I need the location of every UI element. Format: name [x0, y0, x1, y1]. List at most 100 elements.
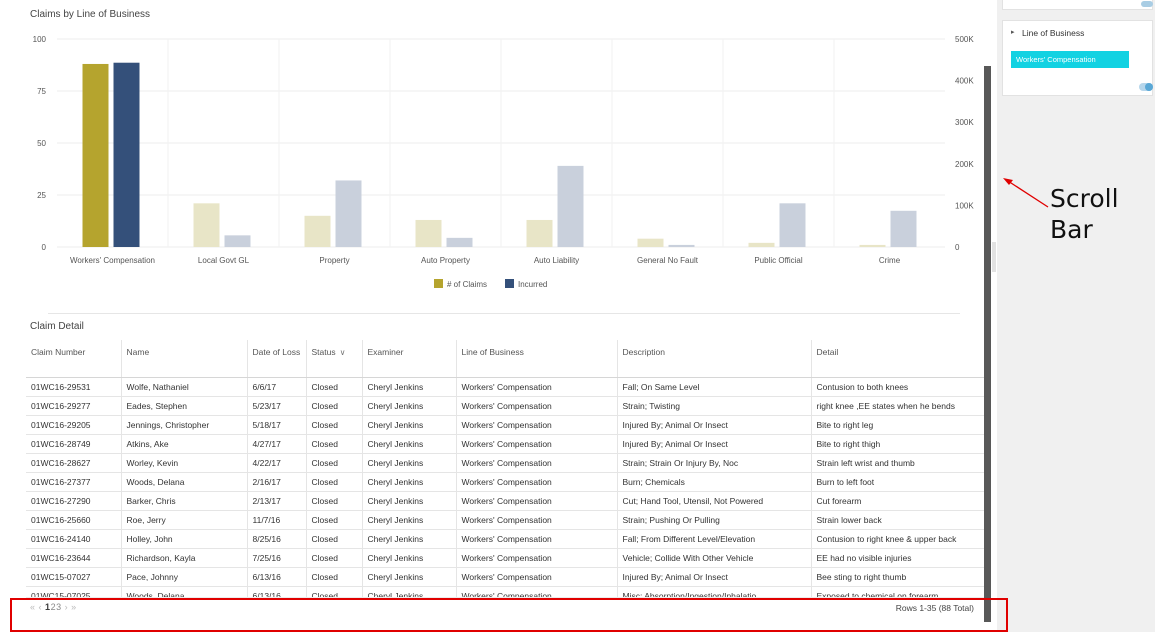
table-cell: Misc; Absorption/Ingestion/Inhalatio — [617, 586, 812, 597]
x-tick-label: Local Govt GL — [198, 256, 250, 265]
chart-title: Claims by Line of Business — [30, 9, 151, 20]
table-cell: 01WC16-29531 — [26, 377, 122, 397]
table-cell: Woods, Delana — [121, 586, 248, 597]
table-cell: Cheryl Jenkins — [362, 415, 457, 435]
table-cell: 01WC16-23644 — [26, 548, 122, 568]
table-row[interactable]: 01WC16-29205 Jennings, Christopher 5/18/17… — [26, 415, 986, 435]
table-cell: Workers' Compensation — [456, 377, 618, 397]
table-cell: 7/25/16 — [247, 548, 307, 568]
column-header[interactable]: Date of Loss — [247, 340, 307, 378]
table-cell: Workers' Compensation — [456, 491, 618, 511]
table-cell: Cheryl Jenkins — [362, 510, 457, 530]
table-cell: 4/22/17 — [247, 453, 307, 473]
table-cell: Workers' Compensation — [456, 396, 618, 416]
toggle-switch-top[interactable] — [1141, 1, 1153, 7]
table-cell: Closed — [306, 586, 363, 597]
table-body: 01WC16-29531 Wolfe, Nathaniel 6/6/17 Closed… — [26, 377, 986, 597]
column-header[interactable]: Line of Business — [456, 340, 618, 378]
column-header[interactable]: Detail — [811, 340, 986, 378]
claim-detail-table-container[interactable]: Claim Number Name Date of Loss Status ∨ Exami… — [26, 340, 986, 597]
table-row[interactable]: 01WC16-25660 Roe, Jerry 11/7/16 Closed Chery… — [26, 510, 986, 530]
table-cell: Cheryl Jenkins — [362, 548, 457, 568]
claim-detail-table: Claim Number Name Date of Loss Status ∨ Exami… — [26, 340, 986, 597]
table-cell: 8/25/16 — [247, 529, 307, 549]
bar-claims — [859, 244, 886, 247]
table-cell: Woods, Delana — [121, 472, 248, 492]
x-tick-label: Workers' Compensation — [70, 256, 155, 265]
annotation-line-1: Scroll — [1050, 184, 1119, 213]
table-cell: Bee sting to right thumb — [811, 567, 986, 587]
vertical-scrollbar-thumb[interactable] — [984, 66, 991, 622]
column-header[interactable]: Status ∨ — [306, 340, 363, 378]
table-cell: Strain lower back — [811, 510, 986, 530]
table-cell: Strain; Pushing Or Pulling — [617, 510, 812, 530]
table-cell: Cheryl Jenkins — [362, 586, 457, 597]
table-cell: Workers' Compensation — [456, 529, 618, 549]
column-header-label: Line of Business — [461, 347, 524, 357]
table-cell: Cut forearm — [811, 491, 986, 511]
caret-right-icon[interactable]: ▸ — [1011, 28, 1015, 36]
y-right-tick-label: 400K — [955, 77, 974, 86]
table-cell: Workers' Compensation — [456, 586, 618, 597]
table-cell: 01WC16-27377 — [26, 472, 122, 492]
table-cell: Workers' Compensation — [456, 548, 618, 568]
table-row[interactable]: 01WC16-28627 Worley, Kevin 4/22/17 Closed Ch… — [26, 453, 986, 473]
table-cell: Exposed to chemical on forearm — [811, 586, 986, 597]
table-cell: Bite to right thigh — [811, 434, 986, 454]
table-cell: Cheryl Jenkins — [362, 567, 457, 587]
legend-label-claims: # of Claims — [447, 280, 487, 289]
x-tick-label: Public Official — [754, 256, 803, 265]
filter-chip-workers-compensation[interactable]: Workers' Compensation — [1011, 51, 1129, 68]
table-cell: Workers' Compensation — [456, 415, 618, 435]
chevron-down-icon[interactable]: ∨ — [340, 348, 346, 357]
table-cell: Closed — [306, 434, 363, 454]
bar-incurred — [335, 180, 362, 247]
column-header-label: Description — [622, 347, 666, 357]
section-divider — [48, 313, 960, 314]
table-cell: Cheryl Jenkins — [362, 529, 457, 549]
bar-incurred — [113, 62, 140, 247]
table-cell: Workers' Compensation — [456, 453, 618, 473]
table-cell: Contusion to right knee & upper back — [811, 529, 986, 549]
filter-panel-previous — [1002, 0, 1153, 10]
column-header-label: Claim Number — [31, 347, 86, 357]
table-cell: Cut; Hand Tool, Utensil, Not Powered — [617, 491, 812, 511]
filter-toggle-switch[interactable] — [1139, 83, 1153, 91]
x-tick-label: Property — [319, 256, 349, 265]
table-row[interactable]: 01WC16-23644 Richardson, Kayla 7/25/16 Clos… — [26, 548, 986, 568]
table-cell: Workers' Compensation — [456, 434, 618, 454]
table-cell: Pace, Johnny — [121, 567, 248, 587]
table-row[interactable]: 01WC16-28749 Atkins, Ake 4/27/17 Closed Cher… — [26, 434, 986, 454]
column-header-label: Name — [126, 347, 150, 357]
column-header[interactable]: Name — [121, 340, 248, 378]
table-cell: Burn; Chemicals — [617, 472, 812, 492]
table-row[interactable]: 01WC16-29277 Eades, Stephen 5/23/17 Closed C… — [26, 396, 986, 416]
legend-swatch-claims — [434, 279, 443, 288]
table-row[interactable]: 01WC15-07027 Pace, Johnny 6/13/16 Closed Che… — [26, 567, 986, 587]
y-left-tick-label: 25 — [37, 191, 46, 200]
table-row[interactable]: 01WC16-29531 Wolfe, Nathaniel 6/6/17 Closed… — [26, 377, 986, 397]
table-cell: 01WC16-28749 — [26, 434, 122, 454]
column-header[interactable]: Description — [617, 340, 812, 378]
table-cell: Closed — [306, 472, 363, 492]
table-cell: 01WC16-28627 — [26, 453, 122, 473]
annotation-line-2: Bar — [1050, 215, 1093, 244]
table-row[interactable]: 01WC16-27290 Barker, Chris 2/13/17 Closed Ch… — [26, 491, 986, 511]
bar-claims — [748, 242, 775, 247]
filter-label[interactable]: Line of Business — [1022, 28, 1084, 38]
table-cell: 11/7/16 — [247, 510, 307, 530]
table-row[interactable]: 01WC16-27377 Woods, Delana 2/16/17 Closed Ch… — [26, 472, 986, 492]
table-row[interactable]: 01WC16-24140 Holley, John 8/25/16 Closed Che… — [26, 529, 986, 549]
table-cell: 01WC15-07025 — [26, 586, 122, 597]
table-cell: Strain; Strain Or Injury By, Noc — [617, 453, 812, 473]
column-header[interactable]: Claim Number — [26, 340, 122, 378]
column-header[interactable]: Examiner — [362, 340, 457, 378]
dashboard-main: Claims by Line of Business 0 25 50 75 100 0 10… — [0, 0, 990, 632]
table-cell: 01WC16-29205 — [26, 415, 122, 435]
table-cell: Roe, Jerry — [121, 510, 248, 530]
table-cell: Vehicle; Collide With Other Vehicle — [617, 548, 812, 568]
table-cell: Richardson, Kayla — [121, 548, 248, 568]
table-cell: 2/16/17 — [247, 472, 307, 492]
table-row[interactable]: 01WC15-07025 Woods, Delana 6/13/16 Closed Ch… — [26, 586, 986, 597]
table-cell: Closed — [306, 453, 363, 473]
